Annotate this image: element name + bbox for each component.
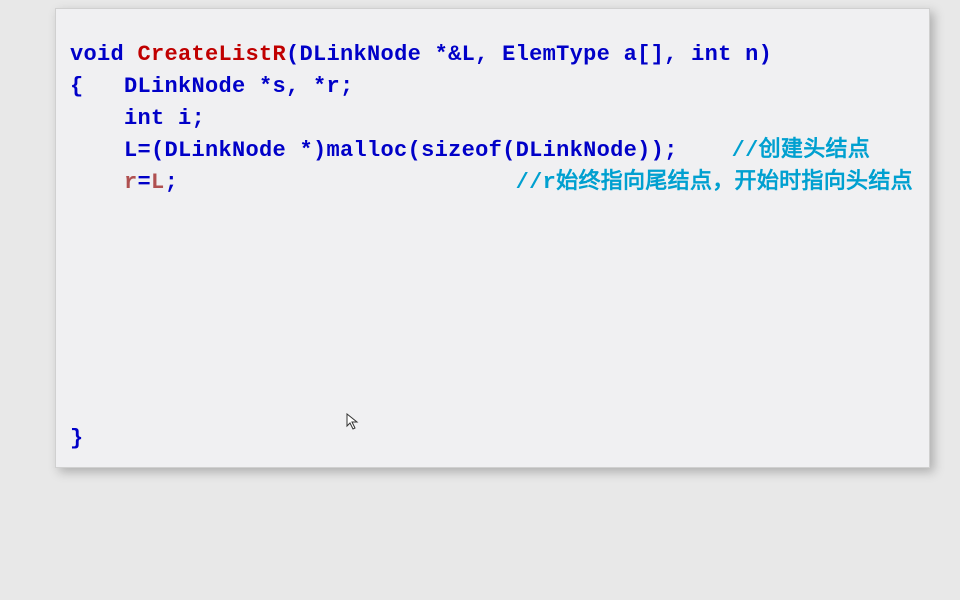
brace-open: {	[70, 74, 124, 99]
indent	[70, 138, 124, 163]
declaration: int i;	[124, 106, 205, 131]
code-line-close: }	[70, 423, 919, 455]
code-line-2: { DLinkNode *s, *r;	[70, 71, 919, 103]
code-panel: void CreateListR(DLinkNode *&L, ElemType…	[55, 8, 930, 468]
semicolon: ;	[165, 170, 179, 195]
code-line-5: r=L; //r始终指向尾结点，开始时指向头结点	[70, 167, 919, 199]
code-line-4: L=(DLinkNode *)malloc(sizeof(DLinkNode))…	[70, 135, 919, 167]
var-L: L	[151, 170, 165, 195]
indent	[70, 170, 124, 195]
comment: //r始终指向尾结点，开始时指向头结点	[516, 170, 913, 195]
code-line-3: int i;	[70, 103, 919, 135]
brace-close: }	[70, 426, 84, 451]
signature: (DLinkNode *&L, ElemType a[], int n)	[286, 42, 772, 67]
comment: //创建头结点	[732, 138, 871, 163]
indent	[70, 106, 124, 131]
gap	[178, 170, 516, 195]
keyword-void: void	[70, 42, 138, 67]
code-line-1: void CreateListR(DLinkNode *&L, ElemType…	[70, 39, 919, 71]
function-name: CreateListR	[138, 42, 287, 67]
declaration: DLinkNode *s, *r;	[124, 74, 354, 99]
statement: L=(DLinkNode *)malloc(sizeof(DLinkNode))…	[124, 138, 678, 163]
var-r: r	[124, 170, 138, 195]
gap	[678, 138, 732, 163]
equals: =	[138, 170, 152, 195]
